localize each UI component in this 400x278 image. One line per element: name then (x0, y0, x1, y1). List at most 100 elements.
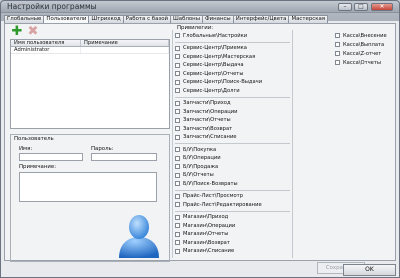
tab-0[interactable]: Глобальные (4, 15, 45, 23)
checkbox-label: Запчасти\Операции (183, 108, 238, 115)
column-header-username[interactable]: Имя пользователя (11, 40, 81, 46)
checkbox-label: Б/У\Продажа (183, 163, 219, 170)
privilege-checkbox[interactable]: Магазин\Операции (175, 222, 235, 229)
privilege-checkbox[interactable]: Сервис-Центр\Поиск-Выдачи (175, 79, 262, 86)
password-field[interactable] (91, 153, 157, 161)
checkbox[interactable] (175, 193, 180, 199)
privilege-checkbox[interactable]: Прайс-Лист\Редактирование (175, 201, 262, 208)
group-separator (175, 189, 290, 191)
privilege-checkbox[interactable]: Сервис-Центр\Мастерская (175, 53, 255, 60)
checkbox[interactable] (335, 60, 340, 65)
checkbox[interactable] (175, 100, 180, 106)
checkbox-label: Касса\Выплата (343, 41, 385, 48)
name-field[interactable] (19, 153, 83, 161)
privilege-checkbox[interactable]: Сервис-Центр\Приемка (175, 45, 247, 52)
minimize-button[interactable]: – (338, 3, 352, 11)
checkbox[interactable] (335, 51, 340, 56)
privilege-checkbox[interactable]: Б/У\Поиск-Возвраты (175, 180, 238, 187)
user-avatar-icon (119, 215, 159, 258)
checkbox[interactable] (175, 172, 180, 178)
maximize-button[interactable]: □ (354, 3, 368, 11)
checkbox-label: Прайс-Лист\Редактирование (183, 201, 262, 208)
privilege-checkbox[interactable]: Запчасти\Отчеты (175, 117, 231, 124)
checkbox[interactable] (175, 223, 180, 228)
checkbox-label: Б/У\Поиск-Возвраты (183, 180, 238, 187)
privilege-checkbox[interactable]: Глобальные\Настройки (175, 32, 247, 39)
users-grid[interactable]: Имя пользователя Примечание Administrato… (10, 39, 170, 129)
users-tab-panel: ✚ ✖ Имя пользователя Примечание Administ… (4, 23, 396, 274)
ok-button[interactable]: OK (343, 264, 396, 276)
checkbox[interactable] (175, 240, 180, 245)
checkbox[interactable] (175, 88, 180, 93)
tab-6[interactable]: Интерфейс/Цвета (232, 15, 290, 23)
privilege-checkbox[interactable]: Касса\Внесение (335, 32, 387, 39)
privilege-checkbox[interactable]: Запчасти\Возврат (175, 125, 232, 132)
privilege-checkbox[interactable]: Б/У\Продажа (175, 163, 218, 170)
cell-note (81, 47, 169, 53)
checkbox[interactable] (175, 126, 180, 131)
close-button[interactable]: ✕ (371, 3, 393, 11)
tab-7[interactable]: Мастерская (288, 15, 329, 23)
privilege-checkbox[interactable]: Запчасти\Списание (175, 134, 237, 141)
checkbox[interactable] (175, 231, 180, 237)
privileges-label: Привилегии: (177, 25, 214, 31)
checkbox[interactable] (175, 181, 180, 186)
checkbox[interactable] (175, 214, 180, 220)
delete-user-button[interactable]: ✖ (27, 25, 39, 38)
privilege-checkbox[interactable]: Б/У\Покупка (175, 146, 216, 153)
privilege-checkbox[interactable]: Магазин\Списание (175, 248, 234, 255)
tab-bar: Глобальные Пользователи Штрихкод Работа с б… (4, 15, 329, 24)
privilege-checkbox[interactable]: Б/У\Операции (175, 155, 221, 162)
checkbox-label: Сервис-Центр\Поиск-Выдачи (183, 79, 263, 85)
user-details-group: Пользователь Имя: Пароль: Примечание: (10, 134, 170, 262)
checkbox[interactable] (175, 71, 180, 76)
privilege-checkbox[interactable]: Сервис-Центр\Долги (175, 87, 240, 94)
tab-3[interactable]: Работа с базой (122, 15, 172, 23)
checkbox-label: Запчасти\Приход (183, 100, 231, 106)
privilege-checkbox[interactable]: Б/У\Отчеты (175, 172, 214, 179)
privilege-checkbox[interactable]: Магазин\Приход (175, 214, 228, 221)
checkbox[interactable] (175, 164, 180, 169)
tab-4[interactable]: Шаблоны (170, 15, 203, 23)
checkbox[interactable] (175, 33, 180, 38)
cell-username: Administrator (11, 47, 81, 53)
privilege-checkbox[interactable]: Касса\Отчеты (335, 59, 381, 66)
tab-2[interactable]: Штрихкод (88, 15, 124, 23)
checkbox[interactable] (175, 202, 180, 207)
checkbox[interactable] (335, 42, 340, 47)
checkbox[interactable] (335, 33, 340, 38)
privilege-checkbox[interactable]: Сервис-Центр\Отчеты (175, 70, 243, 77)
privilege-checkbox[interactable]: Магазин\Отчеты (175, 231, 228, 238)
name-label: Имя: (19, 146, 33, 152)
checkbox[interactable] (175, 62, 180, 68)
checkbox[interactable] (175, 147, 180, 152)
privilege-checkbox[interactable]: Прайс-Лист\Просмотр (175, 193, 243, 200)
checkbox[interactable] (175, 117, 180, 123)
checkbox-label: Сервис-Центр\Отчеты (183, 70, 244, 77)
checkbox-label: Магазин\Возврат (183, 239, 230, 246)
table-row[interactable]: Administrator (11, 47, 169, 54)
privilege-checkbox[interactable]: Касса\Z-отчет (335, 50, 381, 57)
checkbox[interactable] (175, 79, 180, 85)
checkbox[interactable] (175, 45, 180, 51)
group-separator (175, 96, 290, 98)
checkbox-label: Касса\Отчеты (343, 59, 381, 66)
checkbox[interactable] (175, 155, 180, 161)
add-user-button[interactable]: ✚ (11, 25, 23, 38)
checkbox-label: Глобальные\Настройки (183, 32, 248, 39)
checkbox[interactable] (175, 54, 180, 59)
privilege-checkbox[interactable]: Касса\Выплата (335, 41, 384, 48)
checkbox-label: Сервис-Центр\Долги (183, 87, 240, 94)
checkbox[interactable] (175, 109, 180, 114)
checkbox[interactable] (175, 248, 180, 254)
checkbox-label: Запчасти\Отчеты (183, 117, 231, 123)
note-textarea[interactable] (19, 172, 157, 202)
column-header-note[interactable]: Примечание (81, 40, 169, 46)
privilege-checkbox[interactable]: Запчасти\Операции (175, 108, 238, 115)
privilege-checkbox[interactable]: Запчасти\Приход (175, 100, 231, 107)
checkbox[interactable] (175, 134, 180, 140)
privilege-checkbox[interactable]: Сервис-Центр\Выдача (175, 62, 244, 69)
privilege-checkbox[interactable]: Магазин\Возврат (175, 239, 230, 246)
checkbox-label: Касса\Z-отчет (343, 50, 382, 57)
tab-5[interactable]: Финансы (201, 15, 234, 23)
